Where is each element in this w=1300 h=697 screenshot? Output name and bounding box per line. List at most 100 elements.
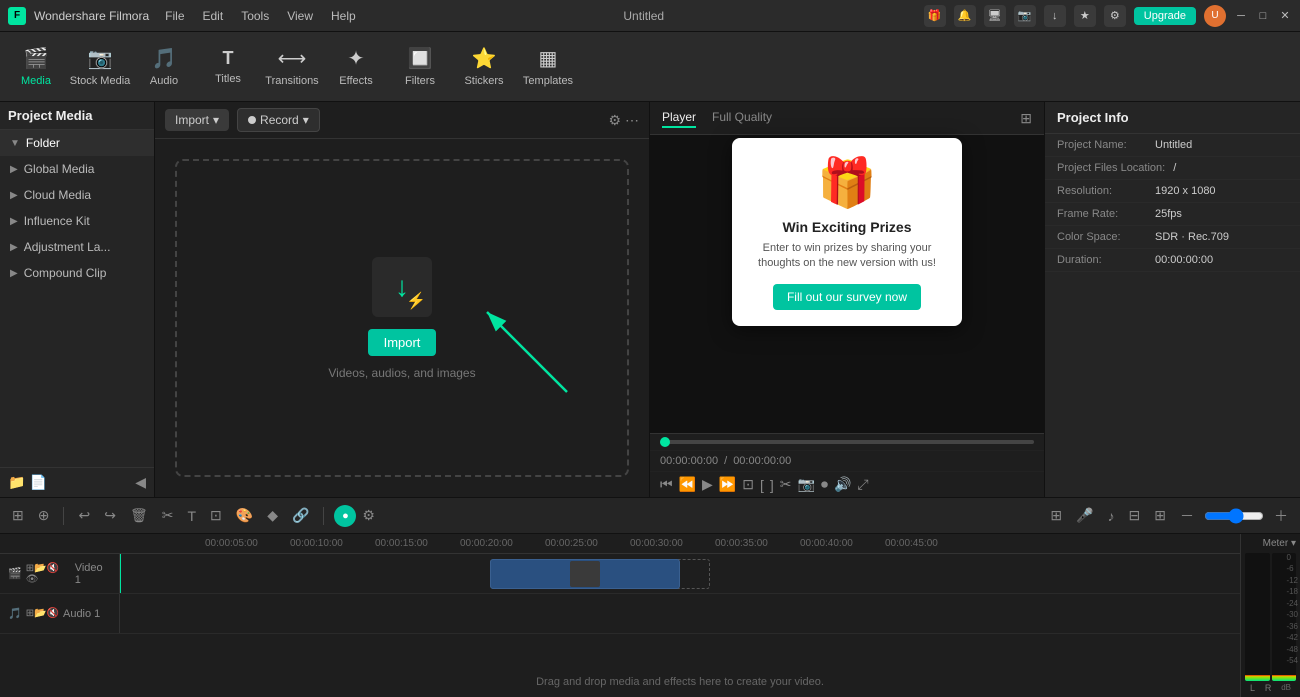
star-icon[interactable]: ★ bbox=[1074, 5, 1096, 27]
tl-delete-icon[interactable]: 🗑 bbox=[126, 505, 152, 526]
tl-link-icon[interactable]: 🔗 bbox=[288, 505, 313, 526]
tl-settings-icon[interactable]: ⚙ bbox=[362, 507, 375, 524]
mark-out-icon[interactable]: ] bbox=[770, 477, 774, 493]
crop-icon[interactable]: ⊡ bbox=[742, 476, 754, 493]
info-value-duration: 00:00:00:00 bbox=[1155, 254, 1213, 266]
tl-keyframe-icon[interactable]: ◆ bbox=[263, 505, 282, 526]
sidebar-item-influence-kit[interactable]: ▶ Influence Kit bbox=[0, 208, 154, 234]
sidebar-item-adjustment-layer[interactable]: ▶ Adjustment La... bbox=[0, 234, 154, 260]
skip-back-icon[interactable]: ⏮ bbox=[660, 476, 673, 493]
timeline-toolbar: ⊞ ⊕ ↩ ↪ 🗑 ✂ T ⊡ 🎨 ◆ 🔗 ● ⚙ ⊞ 🎤 ♪ ⊟ ⊞ － ＋ bbox=[0, 498, 1300, 534]
menu-edit[interactable]: Edit bbox=[195, 7, 232, 25]
player-timeline-bar[interactable] bbox=[660, 440, 1034, 444]
avatar[interactable]: U bbox=[1204, 5, 1226, 27]
media-label: Media bbox=[21, 75, 51, 87]
settings-icon[interactable]: ⚙ bbox=[1104, 5, 1126, 27]
toolbar-templates[interactable]: ▦ Templates bbox=[516, 37, 580, 97]
ruler-mark-4: 00:00:20:00 bbox=[460, 538, 545, 549]
more-action-button[interactable]: ⋯ bbox=[625, 112, 639, 129]
tl-add-track2-icon[interactable]: ⊞ bbox=[1046, 505, 1066, 526]
toolbar-stock-media[interactable]: 📷 Stock Media bbox=[68, 37, 132, 97]
split-icon[interactable]: ✂ bbox=[780, 476, 792, 493]
snap-button[interactable]: ● bbox=[334, 505, 356, 527]
zoom-slider[interactable] bbox=[1204, 508, 1264, 524]
survey-popup: 🎁 Win Exciting Prizes Enter to win prize… bbox=[732, 138, 962, 326]
snapshot-icon[interactable]: 📷 bbox=[798, 476, 815, 493]
filter-action-button[interactable]: ⚙ bbox=[608, 112, 621, 129]
gift-large-icon: 🎁 bbox=[748, 154, 946, 211]
tl-mic-icon[interactable]: 🎤 bbox=[1072, 505, 1097, 526]
track-content-video1[interactable] bbox=[120, 554, 1240, 593]
titles-icon: T bbox=[223, 48, 234, 69]
new-folder-icon[interactable]: 📁 bbox=[8, 474, 25, 491]
info-value-resolution: 1920 x 1080 bbox=[1155, 185, 1216, 197]
menu-file[interactable]: File bbox=[157, 7, 192, 25]
download-icon[interactable]: ↓ bbox=[1044, 5, 1066, 27]
import-file-icon[interactable]: 📄 bbox=[29, 474, 46, 491]
frame-back-icon[interactable]: ⏪ bbox=[679, 476, 696, 493]
track-clip-video[interactable] bbox=[490, 559, 680, 589]
toolbar-media[interactable]: 🎬 Media bbox=[4, 37, 68, 97]
mark-in-icon[interactable]: [ bbox=[760, 477, 764, 493]
tl-zoom-in-icon[interactable]: ＋ bbox=[1270, 504, 1292, 528]
toolbar-stickers[interactable]: ⭐ Stickers bbox=[452, 37, 516, 97]
tl-zoom-out-icon[interactable]: － bbox=[1176, 504, 1198, 528]
play-icon[interactable]: ▶ bbox=[702, 476, 713, 493]
toolbar-filters[interactable]: 🔲 Filters bbox=[388, 37, 452, 97]
menu-tools[interactable]: Tools bbox=[233, 7, 277, 25]
record-button[interactable]: Record ▾ bbox=[237, 108, 320, 132]
record-chevron-icon: ▾ bbox=[303, 113, 309, 127]
tl-redo-icon[interactable]: ↪ bbox=[100, 505, 120, 526]
meter-header[interactable]: Meter ▾ bbox=[1245, 538, 1296, 549]
import-button[interactable]: Import ▾ bbox=[165, 109, 229, 131]
record-screen-icon[interactable]: ⏺ bbox=[821, 476, 828, 493]
info-value-framerate: 25fps bbox=[1155, 208, 1182, 220]
tl-audio-icon[interactable]: ♪ bbox=[1104, 506, 1119, 526]
toolbar-titles[interactable]: T Titles bbox=[196, 37, 260, 97]
left-panel-footer: 📁 📄 ◀ bbox=[0, 467, 154, 497]
tl-subtitle-icon[interactable]: ⊟ bbox=[1125, 505, 1145, 526]
volume-icon[interactable]: 🔊 bbox=[834, 476, 851, 493]
clip-thumbnail bbox=[570, 561, 600, 587]
survey-desc: Enter to win prizes by sharing your thou… bbox=[748, 241, 946, 272]
minimize-button[interactable]: ─ bbox=[1234, 9, 1248, 23]
tl-magnetic-icon[interactable]: ⊕ bbox=[34, 505, 54, 526]
menu-view[interactable]: View bbox=[279, 7, 321, 25]
sidebar-item-global-media[interactable]: ▶ Global Media bbox=[0, 156, 154, 182]
tab-full-quality[interactable]: Full Quality bbox=[712, 108, 772, 128]
toolbar-transitions[interactable]: ⟷ Transitions bbox=[260, 37, 324, 97]
import-large-button[interactable]: Import bbox=[368, 329, 437, 356]
bell-icon[interactable]: 🔔 bbox=[954, 5, 976, 27]
sidebar-item-cloud-media[interactable]: ▶ Cloud Media bbox=[0, 182, 154, 208]
tl-color-icon[interactable]: 🎨 bbox=[232, 505, 257, 526]
tl-add-track-icon[interactable]: ⊞ bbox=[8, 505, 28, 526]
tl-crop-icon[interactable]: ⊡ bbox=[206, 505, 226, 526]
fullscreen-icon[interactable]: ⤢ bbox=[857, 476, 868, 493]
cloud-media-arrow: ▶ bbox=[10, 190, 18, 201]
frame-forward-icon[interactable]: ⏩ bbox=[719, 476, 736, 493]
camera-icon[interactable]: 📷 bbox=[1014, 5, 1036, 27]
gift-icon[interactable]: 🎁 bbox=[924, 5, 946, 27]
survey-button[interactable]: Fill out our survey now bbox=[773, 284, 921, 310]
tl-capture-icon[interactable]: ⊞ bbox=[1150, 505, 1170, 526]
tl-text-icon[interactable]: T bbox=[183, 506, 200, 526]
player-settings-icon[interactable]: ⊞ bbox=[1020, 110, 1032, 127]
maximize-button[interactable]: □ bbox=[1256, 9, 1270, 23]
upgrade-button[interactable]: Upgrade bbox=[1134, 7, 1196, 25]
close-button[interactable]: ✕ bbox=[1278, 9, 1292, 23]
menu-help[interactable]: Help bbox=[323, 7, 364, 25]
toolbar-audio[interactable]: 🎵 Audio bbox=[132, 37, 196, 97]
tab-player[interactable]: Player bbox=[662, 108, 696, 128]
monitor-icon[interactable]: 🖥 bbox=[984, 5, 1006, 27]
folder-label: Folder bbox=[26, 136, 60, 150]
sidebar-item-compound-clip[interactable]: ▶ Compound Clip bbox=[0, 260, 154, 286]
tl-split-icon[interactable]: ✂ bbox=[158, 505, 178, 526]
ruler-mark-6: 00:00:30:00 bbox=[630, 538, 715, 549]
track-content-audio1[interactable] bbox=[120, 594, 1240, 633]
sidebar-item-folder[interactable]: ▼ Folder bbox=[0, 130, 154, 156]
stock-media-icon: 📷 bbox=[88, 46, 113, 71]
tl-undo-icon[interactable]: ↩ bbox=[74, 505, 94, 526]
collapse-panel-button[interactable]: ◀ bbox=[135, 474, 146, 491]
project-info-title: Project Info bbox=[1057, 110, 1129, 125]
toolbar-effects[interactable]: ✦ Effects bbox=[324, 37, 388, 97]
